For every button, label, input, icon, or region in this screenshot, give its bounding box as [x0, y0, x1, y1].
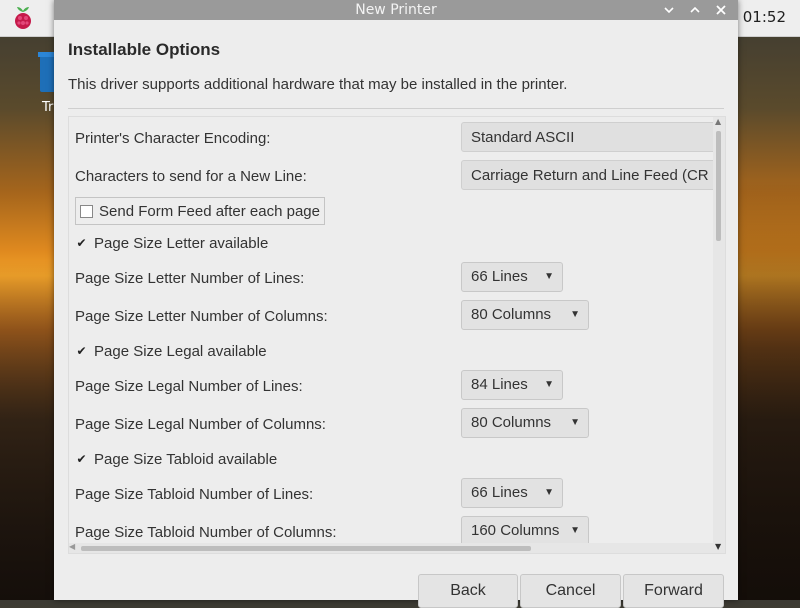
separator: [68, 108, 724, 109]
tabloid-available-label: Page Size Tabloid available: [94, 450, 278, 468]
legal-lines-label: Page Size Legal Number of Lines:: [75, 377, 303, 395]
horizontal-scrollbar[interactable]: ◀: [69, 542, 713, 553]
chevron-down-icon: ▼: [570, 309, 580, 320]
tabloid-lines-dropdown[interactable]: 66 Lines ▼: [461, 478, 563, 508]
maximize-icon[interactable]: [688, 3, 702, 17]
desktop-wallpaper-left: [0, 260, 60, 600]
legal-available-label: Page Size Legal available: [94, 342, 267, 360]
scroll-left-icon[interactable]: ◀: [69, 542, 75, 551]
legal-available-row[interactable]: ✔ Page Size Legal available: [75, 335, 267, 367]
legal-cols-label: Page Size Legal Number of Columns:: [75, 415, 326, 433]
chevron-down-icon: ▼: [570, 417, 580, 428]
desktop-wallpaper-right: [730, 180, 800, 600]
forward-button[interactable]: Forward: [623, 574, 724, 608]
letter-available-checkbox[interactable]: ✔: [75, 237, 88, 250]
scroll-up-icon[interactable]: ▲: [715, 117, 721, 126]
letter-available-row[interactable]: ✔ Page Size Letter available: [75, 227, 268, 259]
letter-lines-label: Page Size Letter Number of Lines:: [75, 269, 305, 287]
options-panel[interactable]: Printer's Character Encoding: Standard A…: [68, 116, 726, 554]
page-subtitle: This driver supports additional hardware…: [68, 76, 568, 93]
encoding-label: Printer's Character Encoding:: [75, 129, 271, 147]
legal-lines-dropdown[interactable]: 84 Lines ▼: [461, 370, 563, 400]
window-titlebar[interactable]: New Printer: [54, 0, 738, 20]
chevron-down-icon: ▼: [544, 487, 554, 498]
letter-available-label: Page Size Letter available: [94, 234, 269, 252]
newline-label: Characters to send for a New Line:: [75, 167, 307, 185]
letter-cols-dropdown[interactable]: 80 Columns ▼: [461, 300, 589, 330]
desktop-icon-label: Tr: [42, 100, 54, 115]
vertical-scrollbar[interactable]: ▲ ▼: [713, 117, 725, 553]
horizontal-scroll-thumb[interactable]: [81, 546, 531, 551]
tabloid-available-row[interactable]: ✔ Page Size Tabloid available: [75, 443, 277, 475]
legal-cols-value: 80 Columns: [471, 414, 552, 431]
chevron-down-icon: ▼: [544, 379, 554, 390]
formfeed-row[interactable]: Send Form Feed after each page: [75, 195, 325, 227]
formfeed-focus[interactable]: Send Form Feed after each page: [75, 197, 325, 225]
letter-lines-value: 66 Lines: [471, 268, 528, 285]
tabloid-lines-value: 66 Lines: [471, 484, 528, 501]
scroll-down-icon[interactable]: ▼: [715, 542, 721, 551]
tabloid-lines-label: Page Size Tabloid Number of Lines:: [75, 485, 314, 503]
new-printer-dialog: New Printer Installable Options This dri…: [54, 0, 738, 608]
tabloid-available-checkbox[interactable]: ✔: [75, 453, 88, 466]
vertical-scroll-thumb[interactable]: [716, 131, 721, 241]
letter-cols-value: 80 Columns: [471, 306, 552, 323]
letter-lines-dropdown[interactable]: 66 Lines ▼: [461, 262, 563, 292]
page-title: Installable Options: [68, 40, 221, 59]
minimize-icon[interactable]: [662, 3, 676, 17]
chevron-down-icon: ▼: [570, 525, 580, 536]
close-icon[interactable]: [714, 3, 728, 17]
letter-cols-label: Page Size Letter Number of Columns:: [75, 307, 328, 325]
encoding-combo[interactable]: Standard ASCII: [461, 122, 725, 152]
legal-available-checkbox[interactable]: ✔: [75, 345, 88, 358]
formfeed-label: Send Form Feed after each page: [99, 202, 320, 220]
formfeed-checkbox[interactable]: [80, 204, 93, 218]
cancel-button[interactable]: Cancel: [520, 574, 621, 608]
window-title: New Printer: [355, 2, 437, 18]
chevron-down-icon: ▼: [544, 271, 554, 282]
legal-cols-dropdown[interactable]: 80 Columns ▼: [461, 408, 589, 438]
legal-lines-value: 84 Lines: [471, 376, 528, 393]
tabloid-cols-value: 160 Columns: [471, 522, 560, 539]
back-button[interactable]: Back: [418, 574, 518, 608]
clock[interactable]: 01:52: [743, 8, 786, 26]
tabloid-cols-dropdown[interactable]: 160 Columns ▼: [461, 516, 589, 546]
raspberry-pi-icon[interactable]: [8, 3, 38, 33]
newline-combo[interactable]: Carriage Return and Line Feed (CR +: [461, 160, 725, 190]
